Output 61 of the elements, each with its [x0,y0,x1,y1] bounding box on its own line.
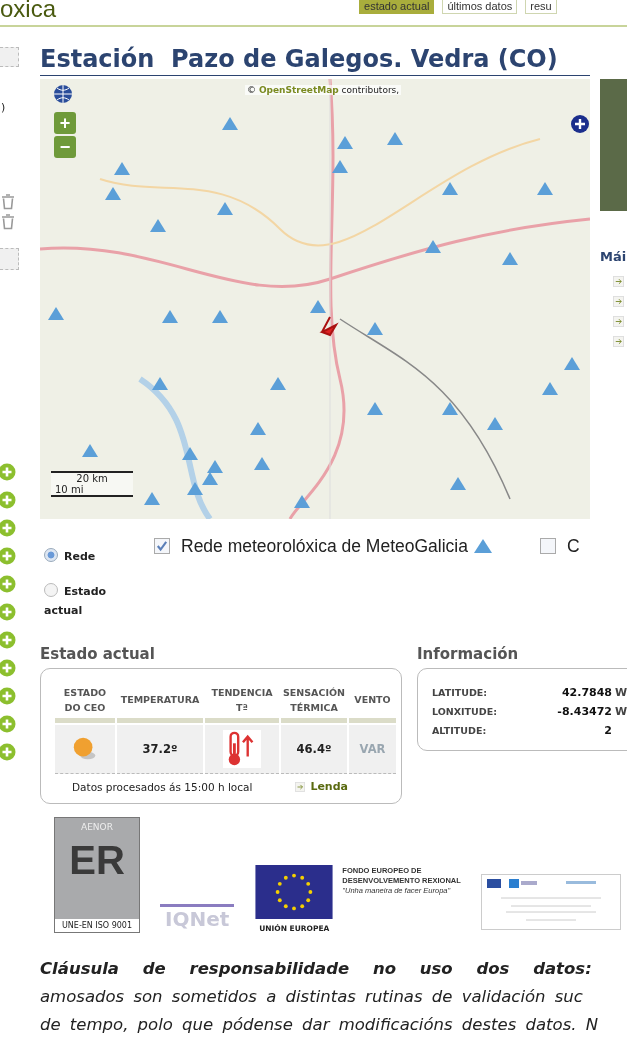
arrow-icon[interactable] [613,316,624,327]
checkbox[interactable] [539,538,556,554]
add-icon[interactable] [0,687,16,705]
add-icon[interactable] [0,603,16,621]
collapsed-panel [0,47,19,67]
nav-tab[interactable]: últimos datos [442,0,518,14]
certification-logo: AENOR ER UNE-EN ISO 9001 [54,817,140,933]
nav-tab[interactable]: resu [525,0,557,14]
station-title: Estación Pazo de Galegos. Vedra (CO) [40,43,590,76]
view-option[interactable]: Rede [44,547,114,566]
attribution-link[interactable]: OpenStreetMap [258,85,339,95]
info-label: LATITUDE: [432,687,489,698]
add-icon[interactable] [0,519,16,537]
view-option[interactable]: Estado actual [44,582,114,620]
reading-value: 46.4º [296,742,332,756]
map-scale: 20 km 10 mi [51,471,133,497]
add-icon[interactable] [0,715,16,733]
add-icon[interactable] [0,631,16,649]
info-unit: W [615,705,627,718]
eu-flag-icon [254,865,335,919]
nav-tab[interactable]: estado actual [359,0,435,14]
info-value: 42.7848 [560,686,612,699]
add-icon[interactable] [0,743,16,761]
reading-value: 37.2º [142,742,178,756]
info-label: ALTITUDE: [432,725,488,736]
disclaimer-text: amosados son sometidos a distintas rutinas de validación suc [40,986,584,1008]
trash-icon[interactable] [1,214,15,230]
disclaimer-heading: Cláusula de responsabilidade no uso dos datos: [40,958,593,980]
map-view[interactable]: © OpenStreetMap contributors, + − 20 km 10 mi [40,79,590,519]
text-fragment: ) [1,101,6,114]
site-title: oxica [0,0,57,21]
info-unit: W [615,686,627,699]
arrow-icon [295,781,306,792]
arrow-icon[interactable] [613,276,624,287]
add-icon[interactable] [0,659,16,677]
globe-icon [53,84,73,104]
thermometer-icon [223,730,261,768]
processed-note: Datos procesados ás 15:00 h local [72,780,253,793]
map-attribution: © OpenStreetMap contributors, [245,85,402,95]
section-title: Estado actual [40,645,156,663]
legend-link[interactable]: Lenda [310,780,348,793]
trash-icon[interactable] [1,194,15,210]
disclaimer-text: de tempo, polo que pódense dar modificacións destes datos. N [40,1014,600,1036]
info-label: LONXITUDE: [432,706,498,717]
add-icon[interactable] [0,547,16,565]
section-title: Información [417,645,520,663]
checkbox[interactable] [154,538,170,554]
layer-label: C [566,535,580,557]
section-heading: Mái [600,249,627,264]
info-value: -8.43472 [556,705,612,718]
add-icon[interactable] [0,491,16,509]
layer-label: Rede meteorolóxica de MeteoGalicia [181,535,468,557]
collapsed-panel [0,248,19,270]
reading-value: VAR [359,742,386,756]
arrow-icon[interactable] [613,336,624,347]
add-icon[interactable] [0,463,16,481]
triangle-icon [473,539,492,553]
info-value: 2 [603,724,612,737]
add-icon[interactable] [0,575,16,593]
plus-icon[interactable] [570,114,590,134]
arrow-icon[interactable] [613,296,624,307]
